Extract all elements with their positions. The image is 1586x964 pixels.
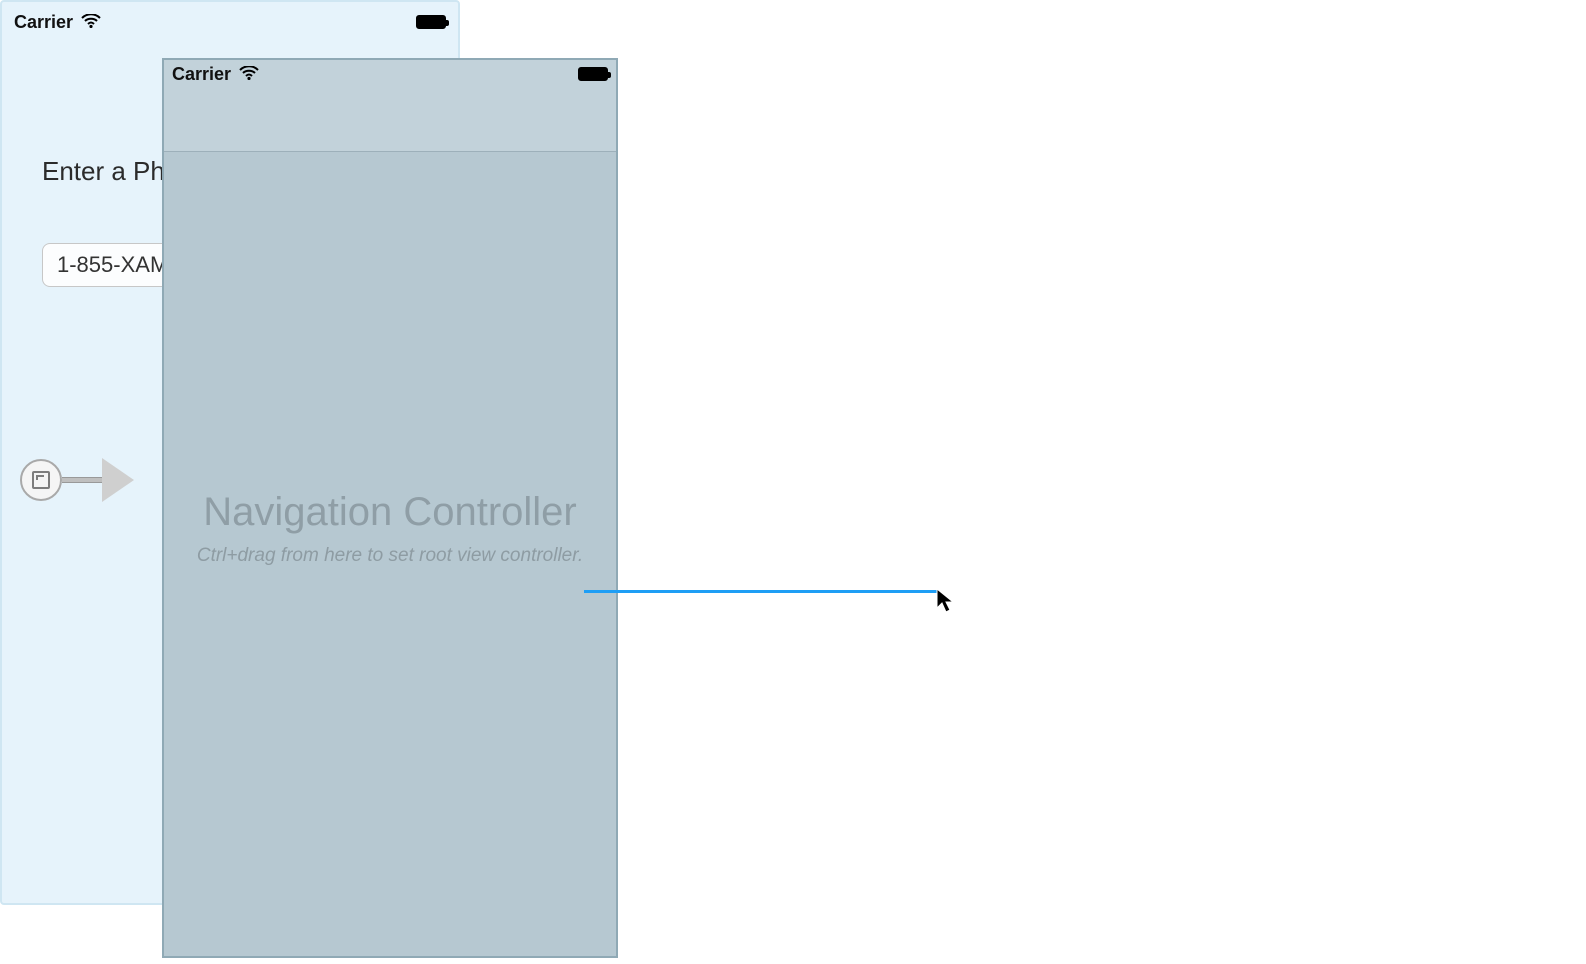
battery-icon (416, 15, 446, 29)
wifi-icon (239, 64, 259, 85)
arrow-head-icon (102, 458, 134, 502)
nav-controller-title: Navigation Controller (164, 490, 616, 535)
status-bar: Carrier (2, 2, 458, 36)
entry-point-icon (20, 459, 62, 501)
mouse-cursor-icon (936, 588, 956, 619)
navigation-bar (164, 88, 616, 152)
carrier-label: Carrier (172, 64, 231, 85)
carrier-label: Carrier (14, 12, 73, 33)
battery-icon (578, 67, 608, 81)
navigation-controller-scene[interactable]: Carrier Navigation Controller Ctrl+drag … (162, 58, 618, 958)
status-bar: Carrier (164, 60, 616, 88)
storyboard-entry-point[interactable] (20, 458, 134, 502)
nav-controller-hint: Ctrl+drag from here to set root view con… (164, 545, 616, 567)
arrow-shaft (62, 477, 102, 483)
segue-drag-line (584, 590, 938, 593)
wifi-icon (81, 12, 101, 33)
